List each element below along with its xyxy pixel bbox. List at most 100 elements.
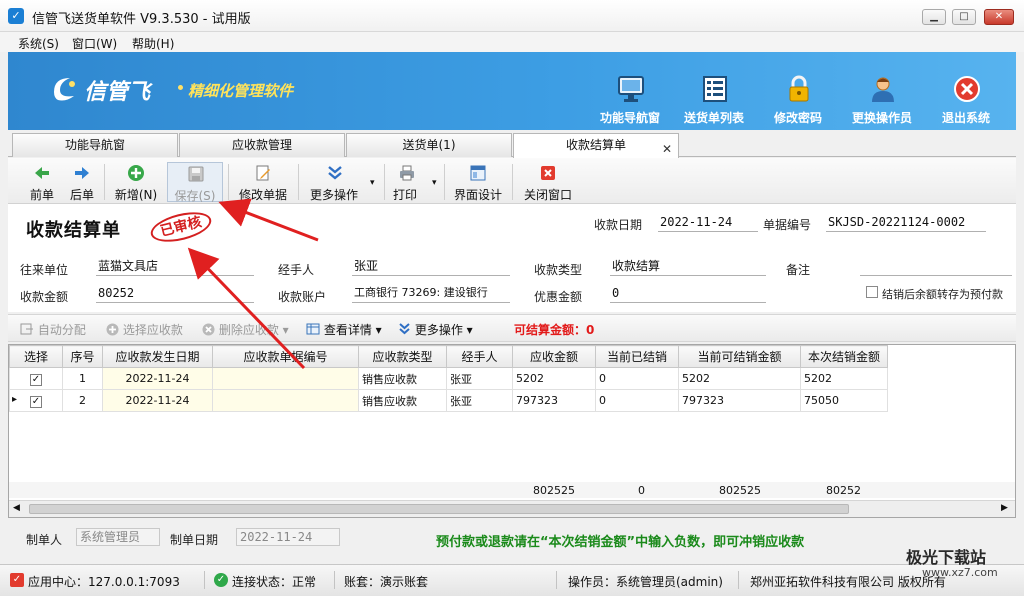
receipt-type-field[interactable]: 收款结算 [610, 258, 766, 276]
row-date[interactable]: 2022-11-24 [102, 367, 213, 390]
make-date-label: 制单日期 [170, 533, 219, 547]
col-header-select[interactable]: 选择 [9, 345, 63, 368]
tab-receivables[interactable]: 应收款管理 [179, 133, 345, 157]
discount-field[interactable]: 0 [610, 285, 766, 303]
row-available[interactable]: 5202 [678, 367, 801, 390]
row-doc[interactable] [212, 367, 359, 390]
col-header-date[interactable]: 应收款发生日期 [102, 345, 213, 368]
transfer-balance-checkbox[interactable] [866, 286, 878, 298]
row-type[interactable]: 销售应收款 [358, 367, 447, 390]
print-dropdown[interactable]: 打印 ▾ [390, 162, 440, 202]
status-separator [738, 571, 739, 589]
row-handler[interactable]: 张亚 [446, 367, 513, 390]
doc-number-field[interactable]: SKJSD-20221124-0002 [826, 214, 986, 232]
table-row[interactable]: ▸ ✓ 2 2022-11-24 销售应收款 张亚 797323 0 79732… [9, 389, 888, 412]
menu-window[interactable]: 窗口(W) [72, 35, 117, 52]
remark-label: 备注 [786, 263, 811, 277]
close-window-tool-button[interactable]: 关闭窗口 [518, 162, 578, 202]
row-doc[interactable] [212, 389, 359, 412]
col-header-handler[interactable]: 经手人 [446, 345, 513, 368]
delivery-list-button[interactable]: 送货单列表 [674, 52, 754, 130]
connected-icon: ✓ [214, 573, 228, 587]
col-header-amount[interactable]: 应收金额 [512, 345, 596, 368]
partner-field[interactable]: 蓝猫文具店 [96, 258, 254, 276]
view-details-dropdown[interactable]: 查看详情 ▾ [306, 321, 382, 338]
col-header-available[interactable]: 当前可结销金额 [678, 345, 801, 368]
tab-delivery-note[interactable]: 送货单(1) [346, 133, 512, 157]
prev-document-button[interactable]: 前单 [24, 162, 60, 202]
handler-field[interactable]: 张亚 [352, 258, 510, 276]
col-header-doc[interactable]: 应收款单据编号 [212, 345, 359, 368]
tab-close-icon[interactable]: ✕ [662, 138, 672, 160]
row-settled[interactable]: 0 [595, 389, 679, 412]
layout-design-button[interactable]: 界面设计 [450, 162, 506, 202]
add-button[interactable]: 新增(N) [110, 162, 162, 202]
receipt-date-field[interactable]: 2022-11-24 [658, 214, 758, 232]
auto-allocate-button[interactable]: 自动分配 [20, 321, 86, 338]
status-separator [334, 571, 335, 589]
remark-field[interactable] [860, 258, 1012, 276]
horizontal-scrollbar[interactable]: ◀ ▶ [9, 500, 1015, 517]
save-button[interactable]: 保存(S) [167, 162, 223, 203]
col-header-this-time[interactable]: 本次结销金额 [800, 345, 888, 368]
menu-help[interactable]: 帮助(H) [132, 35, 174, 52]
menu-system[interactable]: 系统(S) [18, 35, 59, 52]
row-date[interactable]: 2022-11-24 [102, 389, 213, 412]
print-label: 打印 [392, 188, 417, 202]
nav-window-button[interactable]: 功能导航窗 [590, 52, 670, 130]
dropdown-caret-icon: ▾ [370, 178, 375, 188]
next-document-button[interactable]: 后单 [64, 162, 100, 202]
next-document-label: 后单 [69, 188, 94, 202]
toolbar-separator [444, 164, 445, 200]
title-bar: ✓ 信管飞送货单软件 V9.3.530 - 试用版 ▁ □ ✕ [0, 0, 1024, 32]
table-row[interactable]: ✓ 1 2022-11-24 销售应收款 张亚 5202 0 5202 5202 [9, 367, 888, 390]
row-available[interactable]: 797323 [678, 389, 801, 412]
col-header-no[interactable]: 序号 [62, 345, 103, 368]
row-amount[interactable]: 797323 [512, 389, 596, 412]
detail-more-actions-dropdown[interactable]: 更多操作 ▾ [398, 321, 473, 338]
header-banner: 信管飞 精细化管理软件 功能导航窗 送货单列表 修改密码 更换操作员 退出系统 [8, 52, 1016, 130]
page-title: 收款结算单 [26, 220, 121, 241]
col-header-settled[interactable]: 当前已结销 [595, 345, 679, 368]
transfer-balance-label: 结销后余额转存为预付款 [882, 288, 1003, 301]
row-handler[interactable]: 张亚 [446, 389, 513, 412]
status-separator [204, 571, 205, 589]
amount-field[interactable]: 80252 [96, 285, 254, 303]
minimize-button[interactable]: ▁ [922, 9, 946, 25]
row-this-time[interactable]: 5202 [800, 367, 888, 390]
tab-receipt-settlement[interactable]: 收款结算单 ✕ [513, 133, 679, 158]
switch-operator-button[interactable]: 更换操作员 [842, 52, 922, 130]
tab-nav-window[interactable]: 功能导航窗 [12, 133, 178, 157]
col-header-type[interactable]: 应收款类型 [358, 345, 447, 368]
close-window-button[interactable]: ✕ [984, 9, 1014, 25]
grid-header-row: 选择 序号 应收款发生日期 应收款单据编号 应收款类型 经手人 应收金额 当前已… [9, 345, 888, 368]
more-actions-dropdown[interactable]: 更多操作 ▾ [304, 162, 380, 202]
detail-toolbar: 自动分配 选择应收款 删除应收款 ▾ 查看详情 ▾ 更多操作 ▾ 可结算金额：0 [8, 314, 1016, 342]
select-receivable-button[interactable]: 选择应收款 [106, 321, 183, 338]
delete-receivable-dropdown[interactable]: 删除应收款 ▾ [202, 321, 289, 338]
row-select-cell[interactable]: ▸ ✓ [9, 389, 63, 412]
row-checkbox[interactable]: ✓ [30, 395, 42, 408]
row-checkbox[interactable]: ✓ [30, 373, 42, 386]
row-this-time[interactable]: 75050 [800, 389, 888, 412]
account-field[interactable]: 工商银行 73269: 建设银行 [352, 285, 510, 303]
more-actions-label: 更多操作 [309, 188, 358, 202]
document-footer: 制单人 系统管理员 制单日期 2022-11-24 预付款或退款请在“本次结销金… [8, 519, 1016, 563]
row-amount[interactable]: 5202 [512, 367, 596, 390]
watermark-logo: 极光下载站 [906, 548, 987, 567]
status-bar: ✓ 应用中心：127.0.0.1:7093 ✓ 连接状态：正常 账套：演示账套 … [0, 564, 1024, 596]
view-details-label: 查看详情 [323, 323, 372, 337]
exit-system-button[interactable]: 退出系统 [926, 52, 1006, 130]
scroll-left-icon[interactable]: ◀ [13, 503, 20, 513]
toolbar-separator [512, 164, 513, 200]
row-settled[interactable]: 0 [595, 367, 679, 390]
row-select-cell[interactable]: ✓ [9, 367, 63, 390]
scrollbar-thumb[interactable] [29, 504, 849, 514]
row-type[interactable]: 销售应收款 [358, 389, 447, 412]
plus-circle-icon [128, 165, 144, 181]
scroll-right-icon[interactable]: ▶ [1001, 503, 1008, 513]
maximize-button[interactable]: □ [952, 9, 976, 25]
plus-circle-icon [106, 323, 119, 336]
change-password-button[interactable]: 修改密码 [758, 52, 838, 130]
edit-document-button[interactable]: 修改单据 [234, 162, 292, 202]
